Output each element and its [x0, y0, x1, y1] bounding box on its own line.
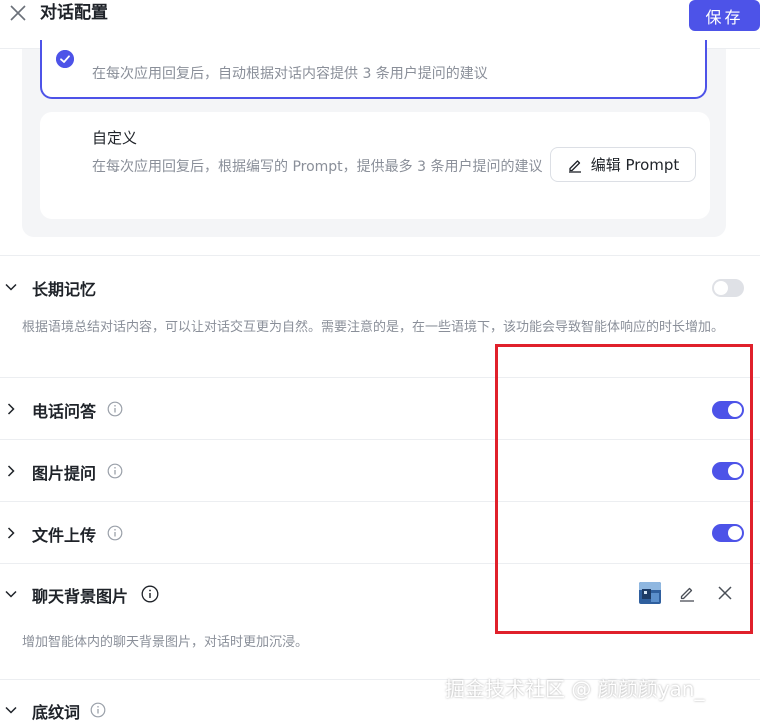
info-icon[interactable]	[90, 702, 106, 718]
chevron-right-icon[interactable]	[4, 402, 18, 416]
chat-background-desc: 增加智能体内的聊天背景图片，对话时更加沉浸。	[22, 635, 309, 650]
long-memory-toggle[interactable]	[712, 279, 744, 297]
section-title-chat-background[interactable]: 聊天背景图片	[32, 583, 128, 607]
long-memory-desc: 根据语境总结对话内容，可以让对话交互更为自然。需要注意的是，在一些语境下，该功能…	[22, 320, 725, 335]
chevron-right-icon[interactable]	[4, 464, 18, 478]
suggestion-default-desc: 在每次应用回复后，自动根据对话内容提供 3 条用户提问的建议	[92, 66, 488, 82]
section-divider	[0, 255, 760, 256]
close-icon[interactable]	[6, 1, 30, 25]
highlight-box	[495, 344, 753, 634]
chevron-down-icon[interactable]	[4, 703, 18, 717]
chevron-down-icon[interactable]	[4, 280, 18, 294]
section-title-image-question[interactable]: 图片提问	[32, 460, 96, 484]
info-icon[interactable]	[107, 401, 123, 417]
check-icon	[56, 50, 74, 68]
edit-prompt-button[interactable]: 编辑 Prompt	[550, 147, 696, 182]
section-title-shading-words[interactable]: 底纹词	[32, 699, 80, 723]
watermark: 掘金技术社区 @ 颜颜颜yan_	[445, 677, 705, 701]
pencil-icon	[568, 159, 581, 173]
section-title-long-memory[interactable]: 长期记忆	[32, 276, 96, 300]
page-title: 对话配置	[40, 3, 108, 23]
chevron-right-icon[interactable]	[4, 526, 18, 540]
section-title-phone-qa[interactable]: 电话问答	[32, 398, 96, 422]
edit-prompt-label: 编辑 Prompt	[590, 156, 680, 174]
save-button[interactable]: 保存	[689, 0, 760, 31]
chevron-down-icon[interactable]	[4, 587, 18, 601]
section-title-file-upload[interactable]: 文件上传	[32, 522, 96, 546]
suggestion-custom-desc: 在每次应用回复后，根据编写的 Prompt，提供最多 3 条用户提问的建议	[92, 159, 543, 175]
info-icon[interactable]	[107, 463, 123, 479]
suggestion-custom-title: 自定义	[92, 129, 138, 147]
info-icon[interactable]	[107, 525, 123, 541]
info-icon[interactable]	[141, 585, 159, 603]
